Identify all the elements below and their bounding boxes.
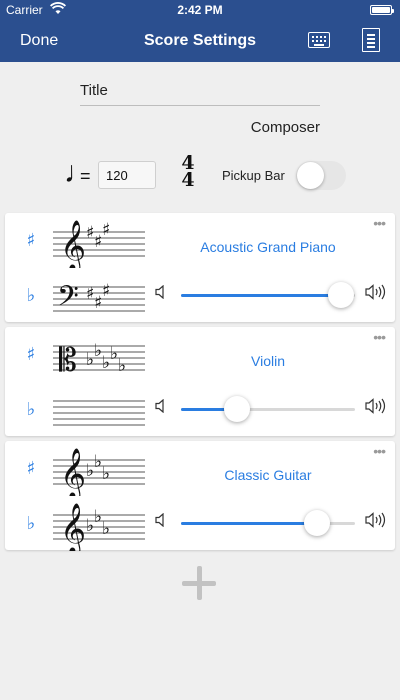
- slider-fill: [181, 294, 342, 297]
- bass-clef-icon: 𝄢: [57, 280, 79, 320]
- done-button[interactable]: Done: [20, 32, 58, 50]
- flat-accidental-icon: ♭: [86, 350, 94, 370]
- composer-field[interactable]: Composer: [230, 119, 320, 136]
- instrument-card-guitar: ♯ ♭ 𝄞 ♭ ♭ ♭ 𝄞 ♭ ♭ ♭ Classic Guitar •••: [5, 441, 395, 551]
- slider-thumb[interactable]: [328, 282, 355, 308]
- flat-accidental-icon: ♭: [102, 464, 110, 484]
- staff-treble-key-signature[interactable]: 𝄞 ♭ ♭♭: [53, 446, 145, 496]
- keyboard-icon[interactable]: [308, 32, 330, 48]
- slider-thumb[interactable]: [223, 396, 250, 422]
- page-title: Score Settings: [143, 32, 257, 49]
- flat-icon[interactable]: ♭: [23, 285, 39, 306]
- volume-low-icon[interactable]: [155, 513, 169, 527]
- volume-slider[interactable]: [181, 282, 355, 308]
- staff-treble-key-signature[interactable]: 𝄞 ♭ ♭♭: [53, 501, 145, 551]
- flat-accidental-icon: ♭: [102, 519, 110, 539]
- sharp-accidental-icon: ♯: [102, 281, 110, 301]
- treble-clef-icon: 𝄞: [60, 220, 86, 268]
- staff-treble-key-signature[interactable]: 𝄞 ♯ ♯♯: [53, 218, 145, 268]
- instrument-name[interactable]: Acoustic Grand Piano: [155, 239, 381, 255]
- battery-icon: [370, 5, 394, 15]
- volume-low-icon[interactable]: [155, 285, 169, 299]
- flat-accidental-icon: ♭: [86, 461, 94, 481]
- instrument-card-violin: ♯ ♭ 𝄡 ♭ ♭ ♭ ♭ ♭ Violin •••: [5, 327, 395, 436]
- more-icon[interactable]: •••: [373, 329, 386, 345]
- flat-accidental-icon: ♭: [94, 507, 102, 527]
- more-icon[interactable]: •••: [373, 215, 386, 231]
- staff-alto-key-signature[interactable]: 𝄡 ♭ ♭♭ ♭♭: [53, 332, 145, 382]
- flat-accidental-icon: ♭: [118, 356, 126, 376]
- more-icon[interactable]: •••: [373, 443, 386, 459]
- volume-slider[interactable]: [181, 396, 355, 422]
- sharp-accidental-icon: ♯: [94, 232, 102, 252]
- volume-slider[interactable]: [181, 510, 355, 536]
- time-signature-bottom: 4: [181, 169, 195, 191]
- flat-accidental-icon: ♭: [110, 344, 118, 364]
- instrument-name[interactable]: Violin: [155, 353, 381, 369]
- sharp-accidental-icon: ♯: [94, 293, 102, 313]
- tempo-equals: =: [80, 166, 91, 186]
- volume-high-icon[interactable]: [365, 284, 387, 300]
- time-signature[interactable]: 4 4: [180, 154, 196, 191]
- staff-bass-key-signature[interactable]: 𝄢 ♯ ♯♯: [53, 273, 145, 323]
- nav-bar: Done Score Settings: [0, 20, 400, 62]
- flat-icon[interactable]: ♭: [23, 513, 39, 534]
- sharp-icon[interactable]: ♯: [23, 230, 39, 251]
- sharp-icon[interactable]: ♯: [23, 458, 39, 479]
- pickup-bar-toggle[interactable]: [296, 161, 346, 190]
- slider-thumb[interactable]: [303, 510, 330, 536]
- treble-clef-icon: 𝄞: [60, 503, 86, 551]
- tempo-input[interactable]: [98, 161, 156, 189]
- slider-fill: [181, 522, 317, 525]
- volume-high-icon[interactable]: [365, 512, 387, 528]
- pickup-bar-label: Pickup Bar: [222, 168, 285, 183]
- treble-clef-icon: 𝄞: [60, 448, 86, 496]
- flat-accidental-icon: ♭: [94, 341, 102, 361]
- sharp-accidental-icon: ♯: [86, 223, 94, 243]
- status-time: 2:42 PM: [177, 3, 223, 17]
- add-instrument-button[interactable]: [182, 566, 216, 600]
- flat-icon[interactable]: ♭: [23, 399, 39, 420]
- volume-low-icon[interactable]: [155, 399, 169, 413]
- document-list-icon[interactable]: [362, 28, 380, 52]
- status-bar: Carrier 2:42 PM: [0, 0, 400, 20]
- flat-accidental-icon: ♭: [94, 452, 102, 472]
- sharp-accidental-icon: ♯: [102, 220, 110, 240]
- title-input[interactable]: [80, 76, 320, 106]
- flat-accidental-icon: ♭: [102, 353, 110, 373]
- instrument-name[interactable]: Classic Guitar: [155, 467, 381, 483]
- alto-clef-icon: 𝄡: [59, 341, 77, 379]
- toggle-knob: [297, 162, 324, 189]
- flat-accidental-icon: ♭: [86, 516, 94, 536]
- instrument-card-piano: ♯ ♭ 𝄞 ♯ ♯ ♯ 𝄢 ♯ ♯ ♯ Acoustic Grand Piano •••: [5, 213, 395, 322]
- staff-empty[interactable]: [53, 387, 145, 437]
- sharp-accidental-icon: ♯: [86, 284, 94, 304]
- sharp-icon[interactable]: ♯: [23, 344, 39, 365]
- volume-high-icon[interactable]: [365, 398, 387, 414]
